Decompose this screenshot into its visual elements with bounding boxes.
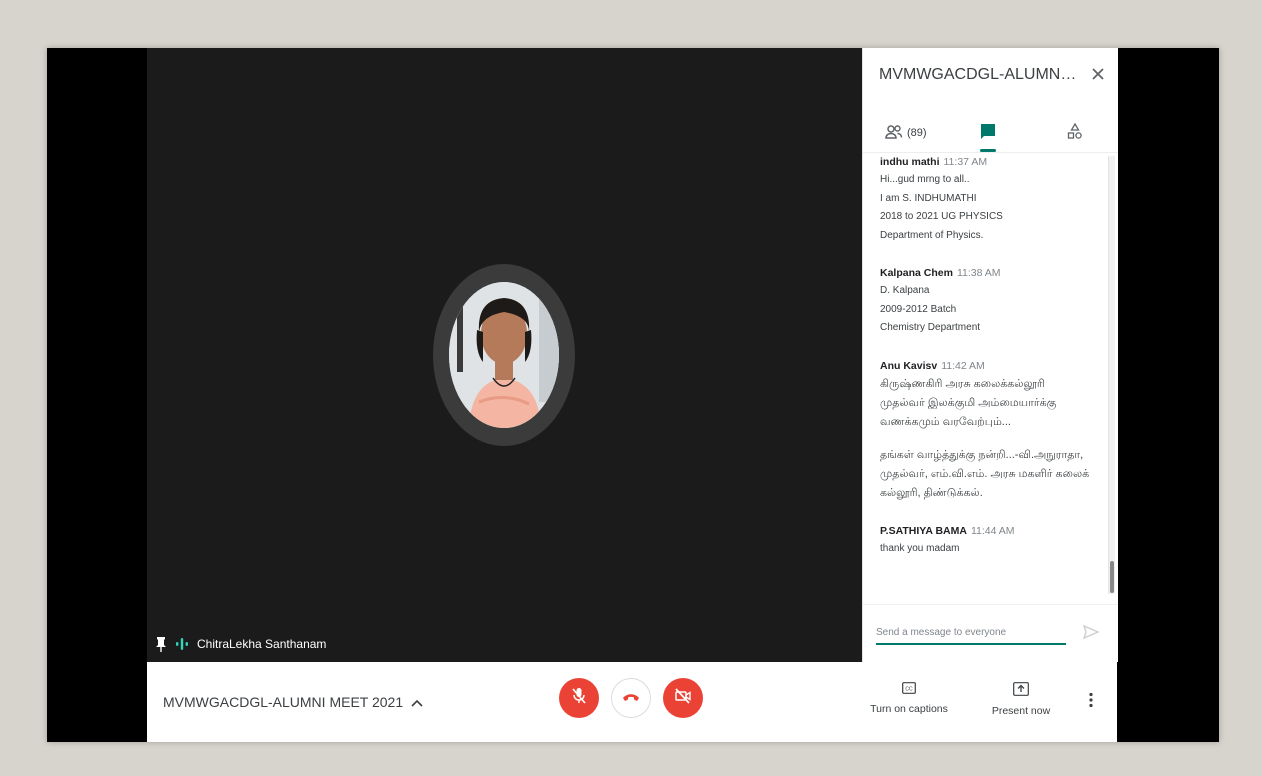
hang-up-icon <box>622 689 640 707</box>
pin-icon[interactable] <box>155 636 167 652</box>
present-now-button[interactable]: Present now <box>983 682 1059 717</box>
message-line: Chemistry Department <box>880 322 981 333</box>
main-video-tile: ChitraLekha Santhanam <box>147 48 862 662</box>
chat-message: Kalpana Chem 11:38 AM D. Kalpana 2009-201… <box>880 267 1109 338</box>
present-icon <box>1013 682 1029 699</box>
chat-message: Anu Kavisv 11:42 AM கிருஷ்ணகிரி அரசு கலைக… <box>880 360 1109 503</box>
message-time: 11:38 AM <box>956 267 1001 279</box>
people-icon <box>885 124 903 143</box>
chat-scrollbar[interactable] <box>1108 156 1115 594</box>
activities-icon <box>1067 122 1083 144</box>
chevron-up-icon <box>411 694 423 710</box>
message-line: வணக்கமும் வரவேற்பும்... <box>880 415 1011 428</box>
message-line: thank you madam <box>880 542 960 554</box>
meeting-title: MVMWGACDGL-ALUMNI MEET 2021 <box>163 694 404 710</box>
message-time: 11:44 AM <box>970 524 1015 537</box>
message-line: கிருஷ்ணகிரி அரசு கலைக்கல்லூரி <box>880 377 1045 390</box>
message-sender: Anu Kavisv <box>880 359 938 372</box>
meet-window: ChitraLekha Santhanam MVMWGACDGL-ALUMNI … <box>47 48 1219 742</box>
chat-message-input[interactable] <box>876 621 1066 645</box>
message-time: 11:42 AM <box>941 359 985 372</box>
scroll-thumb[interactable] <box>1110 561 1114 593</box>
captions-icon: CC <box>902 682 916 697</box>
participant-name-text: ChitraLekha Santhanam <box>197 637 327 651</box>
sidebar-title: MVMWGACDGL-ALUMNI MEET 2... <box>879 66 1079 83</box>
message-line: தங்கள் வாழ்த்துக்கு நன்றி...-வி.அநுராதா, <box>880 448 1084 461</box>
sidebar-tabs: (89) <box>863 112 1118 153</box>
message-sender: indhu mathi <box>880 156 940 168</box>
speaker-avatar-ring <box>433 264 575 446</box>
message-line: முதல்வர், எம்.வி.எம். அரசு மகளிர் கலைக் <box>880 467 1090 480</box>
active-tab-indicator <box>980 149 996 152</box>
message-line: Hi...gud mrng to all.. <box>880 174 970 185</box>
message-line: கல்லூரி, திண்டுக்கல். <box>880 486 983 499</box>
message-time: 11:37 AM <box>943 156 988 168</box>
tab-chat[interactable] <box>980 118 996 152</box>
message-line: 2018 to 2021 UG PHYSICS <box>880 211 1003 222</box>
meeting-details-button[interactable]: MVMWGACDGL-ALUMNI MEET 2021 <box>163 694 423 710</box>
message-line: முதல்வர் இலக்குமி அம்மையார்க்கு <box>880 396 1057 409</box>
mic-toggle-button[interactable] <box>559 678 599 718</box>
chat-message: indhu mathi 11:37 AM Hi...gud mrng to all… <box>880 156 1109 245</box>
message-line: 2009-2012 Batch <box>880 303 957 315</box>
present-label: Present now <box>991 705 1051 717</box>
camera-off-icon <box>674 687 692 709</box>
audio-level-icon <box>175 637 189 651</box>
captions-label: Turn on captions <box>870 703 948 715</box>
chat-sidebar: MVMWGACDGL-ALUMNI MEET 2... (89) <box>862 48 1118 662</box>
camera-toggle-button[interactable] <box>663 678 703 718</box>
chat-compose <box>863 604 1118 663</box>
message-line: I am S. INDHUMATHI <box>880 192 977 204</box>
svg-text:CC: CC <box>905 686 913 692</box>
tab-people[interactable]: (89) <box>885 118 927 148</box>
chat-message: P.SATHIYA BAMA 11:44 AM thank you madam <box>880 525 1109 559</box>
message-line: Department of Physics. <box>880 229 984 241</box>
chat-messages: indhu mathi 11:37 AM Hi...gud mrng to all… <box>863 156 1109 594</box>
captions-button[interactable]: CC Turn on captions <box>869 682 949 715</box>
send-icon[interactable] <box>1082 624 1100 644</box>
avatar <box>449 282 559 428</box>
message-sender: P.SATHIYA BAMA <box>880 524 967 537</box>
mic-off-icon <box>571 687 587 710</box>
tab-activities[interactable] <box>1067 118 1083 148</box>
chat-icon <box>981 123 995 143</box>
message-sender: Kalpana Chem <box>880 267 953 279</box>
more-vert-icon[interactable] <box>1089 692 1093 713</box>
message-line: D. Kalpana <box>880 285 930 296</box>
people-count: (89) <box>907 127 927 139</box>
bottom-toolbar: MVMWGACDGL-ALUMNI MEET 2021 CC Turn on c… <box>147 662 1117 742</box>
close-icon[interactable] <box>1090 66 1106 87</box>
participant-name-label: ChitraLekha Santhanam <box>155 636 326 652</box>
leave-call-button[interactable] <box>611 678 651 718</box>
